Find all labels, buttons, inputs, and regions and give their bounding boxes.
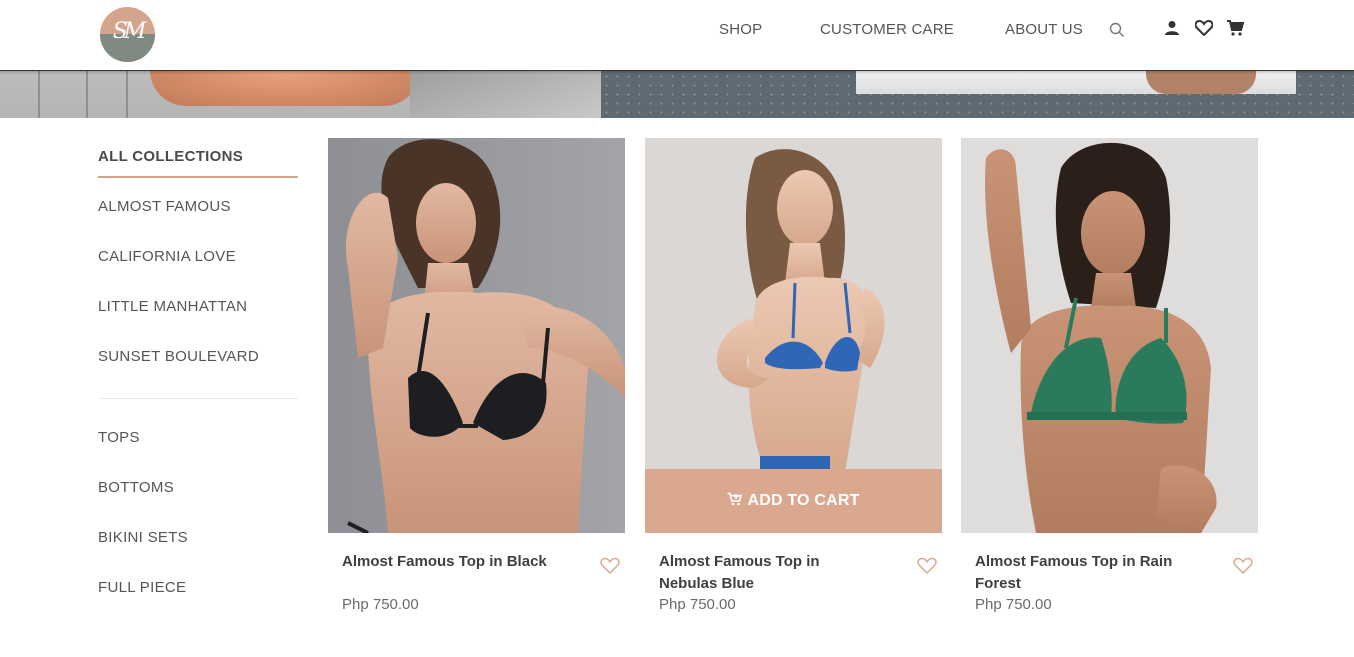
user-icon[interactable] [1164, 20, 1180, 41]
collection-california-love[interactable]: CALIFORNIA LOVE [98, 248, 236, 265]
site-header: SM SHOP CUSTOMER CARE ABOUT US [0, 0, 1354, 70]
collection-little-manhattan[interactable]: LITTLE MANHATTAN [98, 298, 247, 315]
category-bottoms[interactable]: BOTTOMS [98, 479, 174, 496]
product-card: ADD TO CART Almost Famous Top in Nebulas… [645, 138, 942, 618]
product-card: Almost Famous Top in Black Php 750.00 [328, 138, 625, 618]
all-collections-link[interactable]: ALL COLLECTIONS [98, 148, 243, 165]
wishlist-heart-icon[interactable] [600, 557, 620, 575]
collection-sunset-boulevard[interactable]: SUNSET BOULEVARD [98, 348, 259, 365]
product-image[interactable] [328, 138, 625, 533]
cart-icon[interactable] [1226, 19, 1245, 42]
nav-shop[interactable]: SHOP [719, 21, 762, 38]
wishlist-heart-icon[interactable] [1233, 557, 1253, 575]
nav-customer-care[interactable]: CUSTOMER CARE [820, 21, 954, 38]
collection-almost-famous[interactable]: ALMOST FAMOUS [98, 198, 231, 215]
category-full-piece[interactable]: FULL PIECE [98, 579, 186, 596]
wishlist-heart-icon[interactable] [917, 557, 937, 575]
product-card: Almost Famous Top in Rain Forest Php 750… [961, 138, 1258, 618]
sidebar-divider [98, 398, 298, 399]
brand-logo[interactable]: SM [100, 7, 155, 62]
wishlist-heart-icon[interactable] [1194, 19, 1214, 41]
search-icon[interactable] [1109, 22, 1125, 43]
product-image[interactable]: ADD TO CART [645, 138, 942, 533]
product-title[interactable]: Almost Famous Top in Nebulas Blue [659, 551, 869, 595]
product-price: Php 750.00 [659, 596, 736, 613]
nav-about-us[interactable]: ABOUT US [1005, 21, 1083, 38]
category-tops[interactable]: TOPS [98, 429, 140, 446]
product-price: Php 750.00 [342, 596, 419, 613]
product-image[interactable] [961, 138, 1258, 533]
logo-monogram: SM [112, 19, 147, 44]
add-to-cart-label: ADD TO CART [747, 492, 860, 509]
active-underline [98, 176, 298, 178]
product-title[interactable]: Almost Famous Top in Black [342, 551, 552, 573]
product-price: Php 750.00 [975, 596, 1052, 613]
category-bikini-sets[interactable]: BIKINI SETS [98, 529, 188, 546]
product-title[interactable]: Almost Famous Top in Rain Forest [975, 551, 1185, 595]
cart-add-icon [727, 492, 743, 511]
add-to-cart-button[interactable]: ADD TO CART [645, 469, 942, 533]
